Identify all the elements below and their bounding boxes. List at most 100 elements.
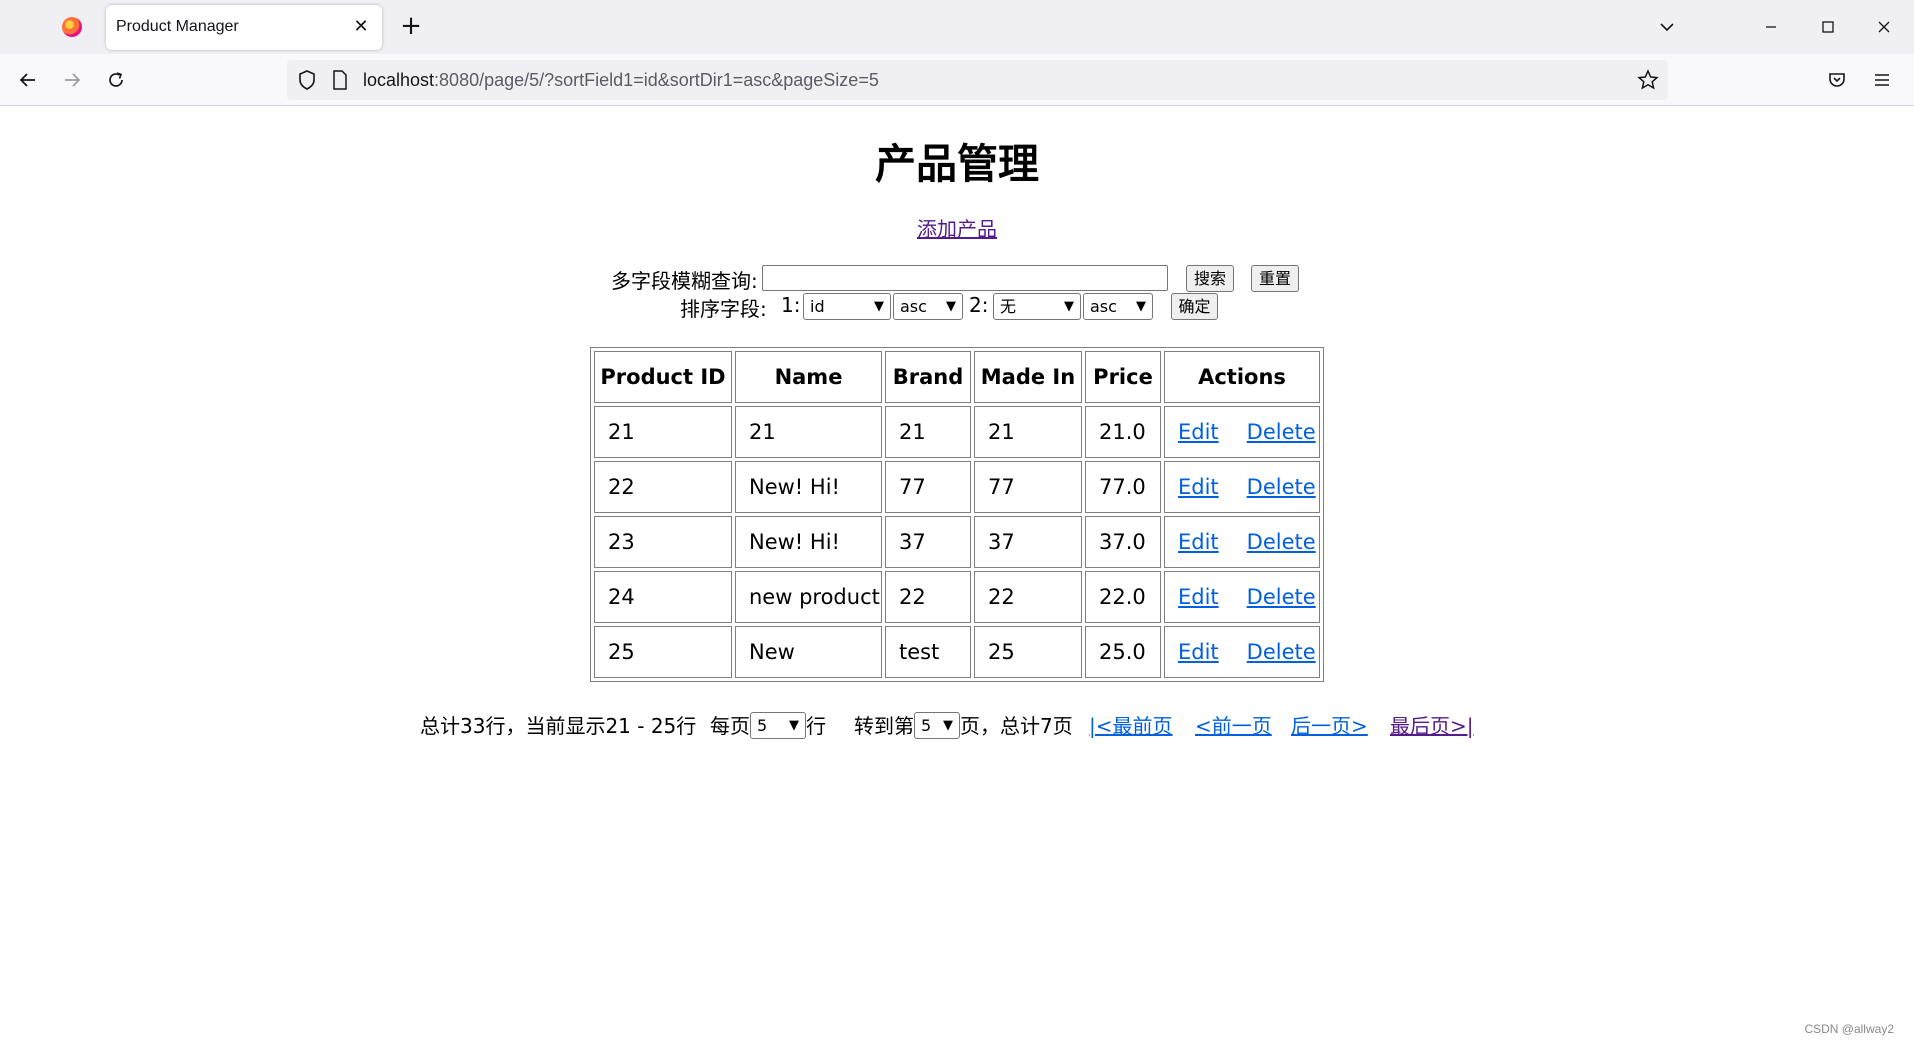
tab-title: Product Manager (116, 18, 239, 35)
header-price: Price (1085, 351, 1161, 403)
header-brand: Brand (885, 351, 971, 403)
delete-link[interactable]: Delete (1247, 475, 1316, 499)
cell-product-id: 25 (594, 626, 732, 678)
cell-name: 21 (735, 406, 882, 458)
cell-made-in: 21 (974, 406, 1082, 458)
sort-dir1-select[interactable]: asc ▼ (893, 293, 963, 320)
sort-dir1-value: asc (900, 297, 927, 316)
per-page-select[interactable]: 5 ▼ (750, 712, 806, 739)
sort-dir2-select[interactable]: asc ▼ (1083, 293, 1153, 320)
delete-link[interactable]: Delete (1247, 585, 1316, 609)
cell-product-id: 23 (594, 516, 732, 568)
chevron-down-icon: ▼ (1064, 299, 1074, 314)
browser-tab-bar: Product Manager ✕ + (0, 0, 1914, 54)
chevron-down-icon: ▼ (946, 299, 956, 314)
watermark: CSDN @allway2 (1804, 1022, 1894, 1036)
maximize-icon[interactable] (1813, 12, 1843, 42)
sort-dir2-value: asc (1090, 297, 1117, 316)
cell-name: new product (735, 571, 882, 623)
cell-price: 21.0 (1085, 406, 1161, 458)
reset-button[interactable]: 重置 (1251, 265, 1299, 292)
edit-link[interactable]: Edit (1178, 530, 1219, 554)
cell-actions: Edit Delete (1164, 626, 1320, 678)
per-page-value: 5 (757, 716, 768, 735)
edit-link[interactable]: Edit (1178, 475, 1219, 499)
new-tab-button[interactable]: + (396, 11, 426, 41)
per-page-label: 每页 (710, 714, 750, 738)
cell-name: New! Hi! (735, 461, 882, 513)
goto-page-value: 5 (921, 716, 932, 735)
cell-actions: Edit Delete (1164, 406, 1320, 458)
url-bar[interactable]: localhost:8080/page/5/?sortField1=id&sor… (287, 60, 1668, 100)
url-host: localhost (363, 70, 435, 90)
add-product-link-wrapper: 添加产品 (0, 213, 1914, 242)
minimize-icon[interactable] (1756, 12, 1786, 42)
header-actions: Actions (1164, 351, 1320, 403)
goto-page-select[interactable]: 5 ▼ (914, 712, 960, 739)
shield-icon[interactable] (295, 68, 319, 92)
next-page-link[interactable]: 后一页> (1291, 710, 1368, 739)
url-path: :8080/page/5/?sortField1=id&sortDir1=asc… (434, 70, 879, 90)
table-header-row: Product ID Name Brand Made In Price Acti… (594, 351, 1320, 403)
table-row: 25 New test 25 25.0 Edit Delete (594, 626, 1320, 678)
search-button[interactable]: 搜索 (1186, 265, 1234, 292)
edit-link[interactable]: Edit (1178, 585, 1219, 609)
cell-actions: Edit Delete (1164, 461, 1320, 513)
cell-product-id: 22 (594, 461, 732, 513)
chevron-down-icon: ▼ (874, 299, 884, 314)
product-table: Product ID Name Brand Made In Price Acti… (590, 347, 1324, 682)
bookmark-star-icon[interactable] (1635, 68, 1661, 94)
cell-brand: 21 (885, 406, 971, 458)
cell-made-in: 37 (974, 516, 1082, 568)
page-title: 产品管理 (875, 140, 1039, 188)
pagination-summary: 总计33行，当前显示21 - 25行 (420, 714, 697, 738)
delete-link[interactable]: Delete (1247, 640, 1316, 664)
cell-price: 77.0 (1085, 461, 1161, 513)
delete-link[interactable]: Delete (1247, 420, 1316, 444)
delete-link[interactable]: Delete (1247, 530, 1316, 554)
cell-brand: test (885, 626, 971, 678)
menu-icon[interactable] (1868, 66, 1896, 94)
browser-tab[interactable]: Product Manager ✕ (106, 5, 382, 50)
cell-price: 37.0 (1085, 516, 1161, 568)
sort-label: 排序字段: (680, 297, 767, 321)
tab-close-icon[interactable]: ✕ (348, 14, 374, 40)
browser-toolbar: localhost:8080/page/5/?sortField1=id&sor… (0, 54, 1914, 106)
table-row: 21 21 21 21 21.0 Edit Delete (594, 406, 1320, 458)
header-name: Name (735, 351, 882, 403)
tab-list-chevron-down-icon[interactable] (1652, 12, 1682, 42)
edit-link[interactable]: Edit (1178, 640, 1219, 664)
page-icon[interactable] (329, 68, 351, 92)
reload-icon[interactable] (100, 64, 132, 96)
sort-field1-select[interactable]: id ▼ (803, 293, 891, 320)
cell-made-in: 22 (974, 571, 1082, 623)
prev-page-link[interactable]: <前一页 (1195, 710, 1272, 739)
cell-price: 22.0 (1085, 571, 1161, 623)
pocket-icon[interactable] (1823, 66, 1851, 94)
search-input[interactable] (762, 265, 1168, 291)
chevron-down-icon: ▼ (1136, 299, 1146, 314)
last-page-link[interactable]: 最后页>| (1390, 710, 1474, 739)
cell-name: New (735, 626, 882, 678)
close-window-icon[interactable] (1869, 12, 1899, 42)
back-icon[interactable] (12, 64, 44, 96)
firefox-logo-icon (62, 17, 82, 37)
add-product-link[interactable]: 添加产品 (917, 217, 997, 241)
search-label: 多字段模糊查询: (611, 269, 758, 293)
per-page-suffix: 行 (806, 714, 826, 738)
cell-product-id: 24 (594, 571, 732, 623)
cell-made-in: 77 (974, 461, 1082, 513)
forward-icon[interactable] (56, 64, 88, 96)
sort-field1-value: id (810, 297, 825, 316)
table-row: 23 New! Hi! 37 37 37.0 Edit Delete (594, 516, 1320, 568)
sort-confirm-button[interactable]: 确定 (1171, 293, 1218, 320)
url-text[interactable]: localhost:8080/page/5/?sortField1=id&sor… (363, 70, 879, 91)
first-page-link[interactable]: |<最前页 (1089, 710, 1173, 739)
edit-link[interactable]: Edit (1178, 420, 1219, 444)
table-row: 24 new product 22 22 22.0 Edit Delete (594, 571, 1320, 623)
cell-brand: 77 (885, 461, 971, 513)
cell-price: 25.0 (1085, 626, 1161, 678)
chevron-down-icon: ▼ (789, 718, 799, 733)
goto-suffix: 页，总计7页 (960, 714, 1073, 738)
sort-field2-select[interactable]: 无 ▼ (993, 293, 1081, 320)
